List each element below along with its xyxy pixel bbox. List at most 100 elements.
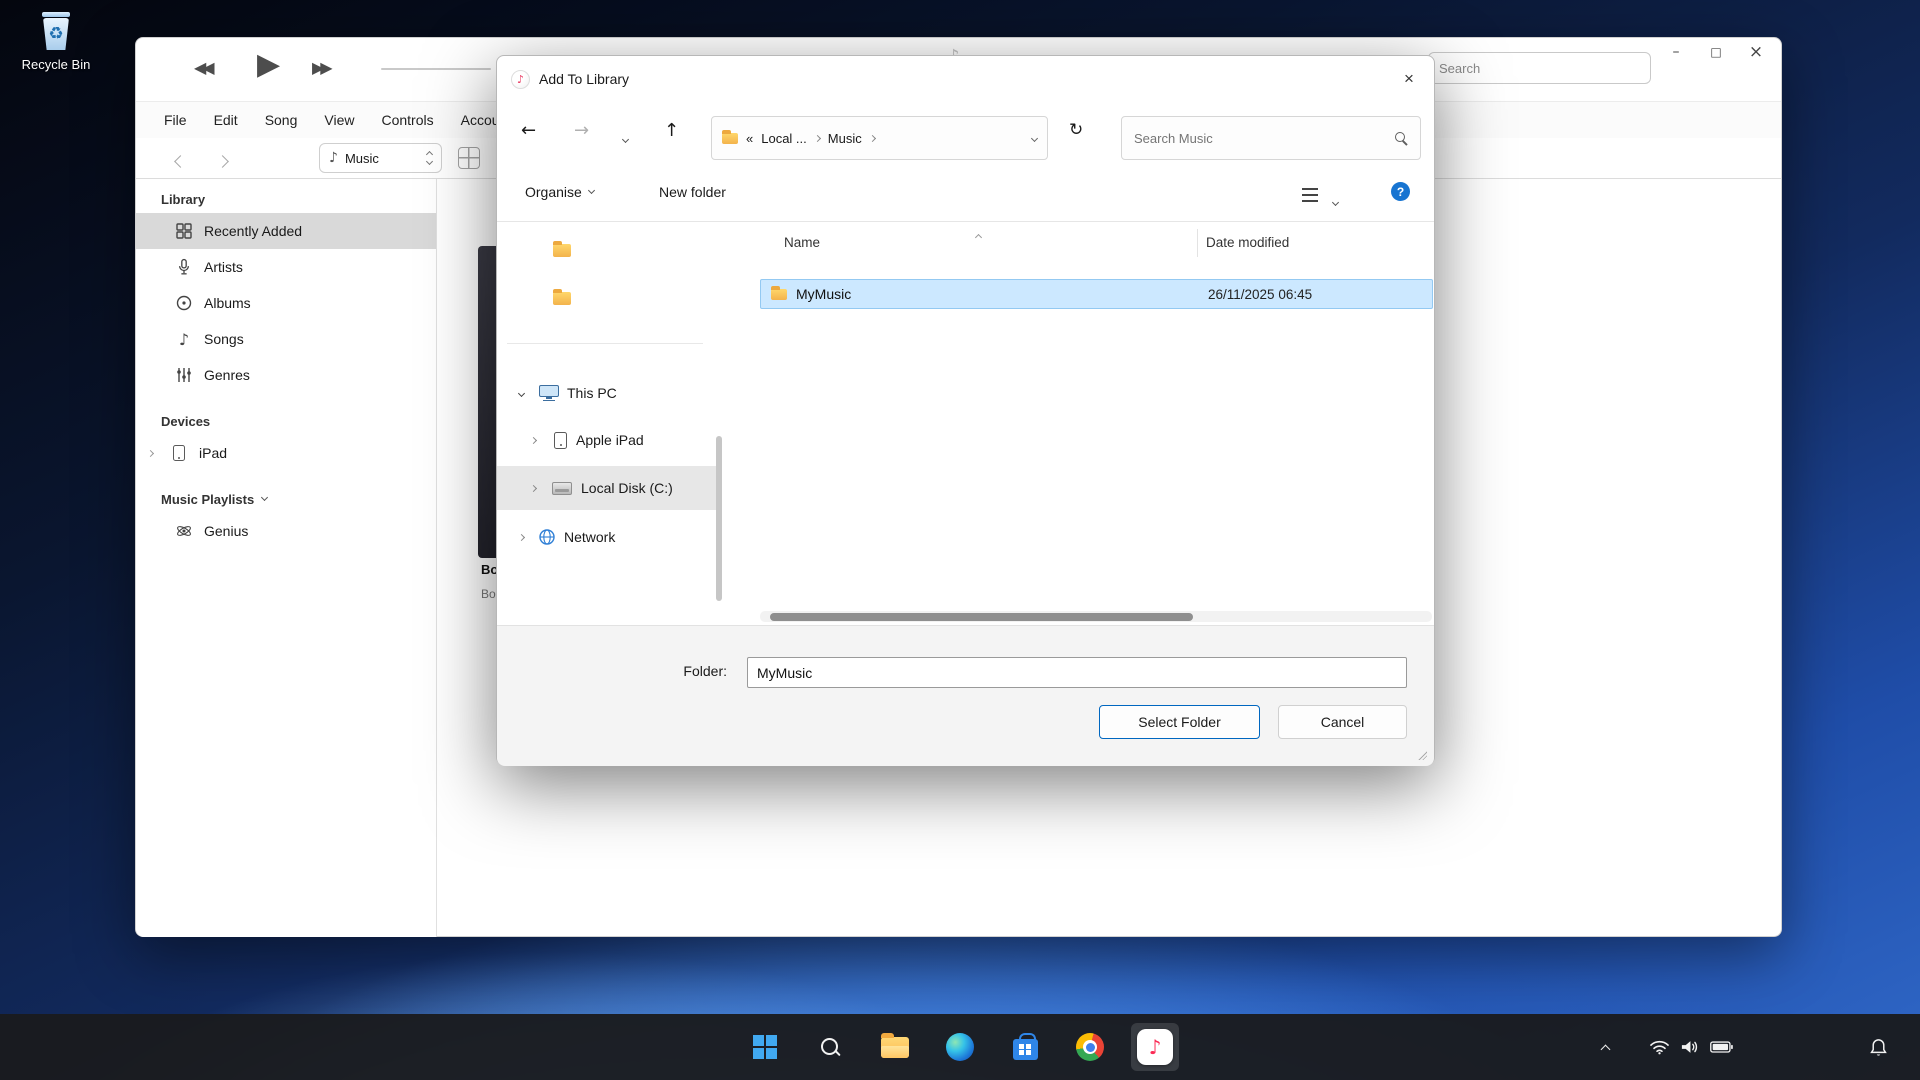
breadcrumb-local-disk[interactable]: Local ... <box>761 131 807 146</box>
tree-item-network[interactable]: Network <box>497 515 716 559</box>
horizontal-scrollbar-track[interactable] <box>760 611 1432 622</box>
file-row-mymusic[interactable]: MyMusic 26/11/2025 06:45 <box>760 279 1433 309</box>
collapsed-chevron-icon[interactable] <box>530 484 537 491</box>
tree-item-folder-2[interactable] <box>497 276 716 320</box>
sidebar-item-songs[interactable]: ♪ Songs <box>136 321 436 357</box>
help-button[interactable]: ? <box>1391 182 1410 201</box>
maximize-button[interactable] <box>1703 40 1729 64</box>
play-button[interactable] <box>257 47 280 82</box>
itunes-app-icon <box>511 70 530 89</box>
grid-view-icon[interactable] <box>458 147 480 169</box>
chevron-up-icon <box>1600 1045 1610 1055</box>
notifications-button[interactable] <box>1862 1031 1894 1063</box>
volume-slider[interactable] <box>381 68 491 70</box>
dialog-close-button[interactable] <box>1391 64 1427 94</box>
wifi-icon <box>1650 1040 1669 1055</box>
forward-button[interactable] <box>218 153 227 169</box>
sidebar-item-albums[interactable]: Albums <box>136 285 436 321</box>
bell-icon <box>1870 1038 1887 1057</box>
sidebar-item-recently-added[interactable]: Recently Added <box>136 213 436 249</box>
start-button[interactable] <box>741 1023 789 1071</box>
dialog-title: Add To Library <box>539 71 629 87</box>
store-icon <box>1013 1039 1038 1060</box>
view-options-icon[interactable] <box>1302 188 1318 202</box>
resize-grip[interactable] <box>1416 749 1427 760</box>
column-header-date[interactable]: Date modified <box>1206 235 1289 250</box>
breadcrumb-prefix[interactable]: « <box>746 131 753 146</box>
tree-item-this-pc[interactable]: This PC <box>497 371 716 415</box>
playlists-header[interactable]: Music Playlists <box>136 485 436 513</box>
menu-file[interactable]: File <box>164 112 187 128</box>
address-bar[interactable]: « Local ... Music <box>711 116 1048 160</box>
sidebar-item-artists[interactable]: Artists <box>136 249 436 285</box>
tree-scrollbar[interactable] <box>716 436 722 601</box>
sidebar-item-label: Genres <box>204 367 250 383</box>
new-folder-button[interactable]: New folder <box>659 184 726 200</box>
folder-tree: This PC Apple iPad Local Disk (C:) <box>497 223 724 625</box>
breadcrumb-chevron-icon[interactable] <box>814 134 821 141</box>
column-divider[interactable] <box>1197 229 1198 257</box>
view-options-chevron[interactable] <box>1333 192 1338 208</box>
file-explorer-button[interactable] <box>871 1023 919 1071</box>
organise-button[interactable]: Organise <box>525 184 594 200</box>
taskbar-search-button[interactable] <box>806 1023 854 1071</box>
collapse-chevron-icon <box>261 494 268 501</box>
expanded-chevron-icon[interactable] <box>518 389 525 396</box>
dialog-search-input[interactable] <box>1122 117 1420 159</box>
recycle-bin[interactable]: ♻ Recycle Bin <box>20 10 92 72</box>
tree-item-apple-ipad[interactable]: Apple iPad <box>497 418 716 462</box>
album-artist-fragment: Bo <box>481 587 496 601</box>
back-button[interactable] <box>176 153 185 169</box>
recent-locations-chevron[interactable] <box>623 129 628 145</box>
sidebar-item-label: iPad <box>199 445 227 461</box>
media-kind-dropdown[interactable]: ♪ Music <box>319 143 442 173</box>
nav-back-button[interactable]: ← <box>521 122 536 140</box>
menu-view[interactable]: View <box>324 112 354 128</box>
file-list-header: Name Date modified <box>736 223 1436 263</box>
chrome-icon <box>1076 1033 1104 1061</box>
sidebar-item-genius[interactable]: Genius <box>136 513 436 549</box>
itunes-taskbar-button[interactable] <box>1131 1023 1179 1071</box>
media-kind-label: Music <box>345 151 420 166</box>
tree-item-folder-1[interactable] <box>497 228 716 272</box>
search-input[interactable] <box>1428 52 1651 84</box>
tree-item-local-disk[interactable]: Local Disk (C:) <box>497 466 716 510</box>
microsoft-store-button[interactable] <box>1001 1023 1049 1071</box>
refresh-button[interactable]: ↻ <box>1069 122 1083 139</box>
menu-song[interactable]: Song <box>265 112 298 128</box>
menu-edit[interactable]: Edit <box>214 112 238 128</box>
recycle-bin-label: Recycle Bin <box>20 57 92 72</box>
minimize-button[interactable] <box>1663 40 1689 64</box>
column-header-name[interactable]: Name <box>784 235 820 250</box>
cancel-button[interactable]: Cancel <box>1278 705 1407 739</box>
menu-controls[interactable]: Controls <box>381 112 433 128</box>
rewind-button[interactable] <box>194 58 211 77</box>
breadcrumb-music[interactable]: Music <box>828 131 862 146</box>
windows-logo-icon <box>753 1035 777 1059</box>
sidebar-item-ipad[interactable]: iPad <box>136 435 436 471</box>
music-note-icon: ♪ <box>329 150 338 166</box>
tray-overflow-button[interactable] <box>1592 1035 1618 1061</box>
address-dropdown-chevron[interactable] <box>1031 134 1038 141</box>
nav-up-button[interactable]: ↑ <box>664 122 679 140</box>
file-explorer-icon <box>881 1037 909 1058</box>
breadcrumb-chevron-icon[interactable] <box>869 134 876 141</box>
dialog-footer: Folder: Select Folder Cancel <box>497 625 1434 766</box>
edge-button[interactable] <box>936 1023 984 1071</box>
collapsed-chevron-icon[interactable] <box>530 436 537 443</box>
chrome-button[interactable] <box>1066 1023 1114 1071</box>
collapsed-chevron-icon[interactable] <box>518 533 525 540</box>
horizontal-scrollbar-thumb[interactable] <box>770 613 1193 621</box>
tray-status-cluster[interactable] <box>1636 1027 1746 1067</box>
folder-icon <box>553 292 571 305</box>
close-button[interactable] <box>1743 40 1769 64</box>
nav-forward-button[interactable]: → <box>574 122 589 140</box>
fast-forward-button[interactable] <box>312 58 329 77</box>
select-folder-button[interactable]: Select Folder <box>1099 705 1260 739</box>
folder-field-label: Folder: <box>627 663 727 679</box>
sidebar-item-label: Songs <box>204 331 244 347</box>
sidebar-item-genres[interactable]: Genres <box>136 357 436 393</box>
expand-chevron-icon[interactable] <box>147 449 154 456</box>
folder-name-input[interactable] <box>747 657 1407 688</box>
recently-added-icon <box>174 223 194 239</box>
